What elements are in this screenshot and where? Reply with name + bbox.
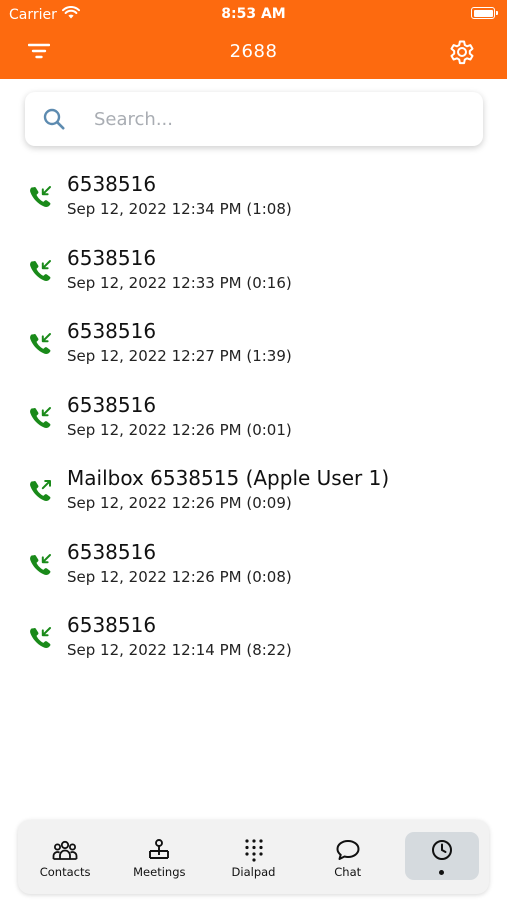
call-detail: Sep 12, 2022 12:26 PM (0:08) — [67, 567, 292, 586]
battery-icon — [471, 7, 498, 19]
call-log-row[interactable]: 6538516 Sep 12, 2022 12:34 PM (1:08) — [0, 166, 507, 240]
gear-icon — [447, 37, 477, 71]
call-detail: Sep 12, 2022 12:26 PM (0:09) — [67, 494, 292, 512]
tab-label: Chat — [334, 865, 362, 879]
tab-recents[interactable] — [395, 820, 489, 894]
tab-meetings[interactable]: Meetings — [112, 820, 206, 894]
settings-button[interactable] — [445, 37, 479, 71]
call-number: 6538516 — [67, 613, 157, 637]
tab-chat[interactable]: Chat — [301, 820, 395, 894]
search-bar[interactable] — [25, 92, 483, 146]
meetings-icon — [147, 838, 171, 862]
incoming-call-icon — [27, 331, 53, 357]
incoming-call-icon — [27, 552, 53, 578]
search-input[interactable] — [94, 108, 454, 130]
call-log-list: 6538516 Sep 12, 2022 12:34 PM (1:08) 65385… — [0, 166, 507, 681]
call-number: Mailbox 6538515 (Apple User 1) — [67, 466, 390, 490]
tab-label: Contacts — [39, 865, 91, 879]
status-bar: Carrier 8:53 AM — [0, 0, 507, 28]
tab-label: Dialpad — [231, 865, 276, 879]
call-log-row[interactable]: 6538516 Sep 12, 2022 12:33 PM (0:16) — [0, 240, 507, 314]
call-detail: Sep 12, 2022 12:14 PM (8:22) — [67, 641, 292, 659]
call-number: 6538516 — [67, 392, 157, 417]
call-log-row[interactable]: Mailbox 6538515 (Apple User 1) Sep 12, 20… — [0, 460, 507, 534]
top-bar: Carrier 8:53 AM 2688 — [0, 0, 507, 79]
tab-dialpad[interactable]: Dialpad — [206, 820, 300, 894]
tab-contacts[interactable]: Contacts — [18, 820, 112, 894]
call-detail: Sep 12, 2022 12:34 PM (1:08) — [67, 200, 292, 218]
call-log-row[interactable]: 6538516 Sep 12, 2022 12:14 PM (8:22) — [0, 607, 507, 681]
outgoing-call-icon — [27, 478, 53, 504]
call-detail: Sep 12, 2022 12:26 PM (0:01) — [67, 420, 292, 439]
search-icon — [42, 107, 70, 131]
call-log-row[interactable]: 6538516 Sep 12, 2022 12:27 PM (1:39) — [0, 313, 507, 387]
incoming-call-icon — [27, 625, 53, 651]
call-log-row[interactable]: 6538516 Sep 12, 2022 12:26 PM (0:08) — [0, 534, 507, 608]
call-number: 6538516 — [67, 539, 157, 564]
call-detail: Sep 12, 2022 12:27 PM (1:39) — [67, 347, 292, 365]
tab-bar: Contacts Meetings Dialpad Chat — [18, 820, 489, 894]
contacts-icon — [52, 838, 78, 862]
call-log-row[interactable]: 6538516 Sep 12, 2022 12:26 PM (0:01) — [0, 387, 507, 461]
incoming-call-icon — [27, 405, 53, 431]
call-number: 6538516 — [67, 172, 157, 196]
call-number: 6538516 — [67, 245, 157, 270]
tab-label: Meetings — [133, 865, 186, 879]
call-number: 6538516 — [67, 319, 157, 343]
status-time: 8:53 AM — [221, 6, 286, 22]
call-detail: Sep 12, 2022 12:33 PM (0:16) — [67, 273, 292, 292]
incoming-call-icon — [27, 184, 53, 210]
incoming-call-icon — [27, 258, 53, 284]
page-title: 2688 — [229, 41, 278, 62]
dialpad-icon — [243, 838, 265, 862]
chat-icon — [335, 838, 361, 862]
recents-clock-icon — [431, 838, 453, 862]
